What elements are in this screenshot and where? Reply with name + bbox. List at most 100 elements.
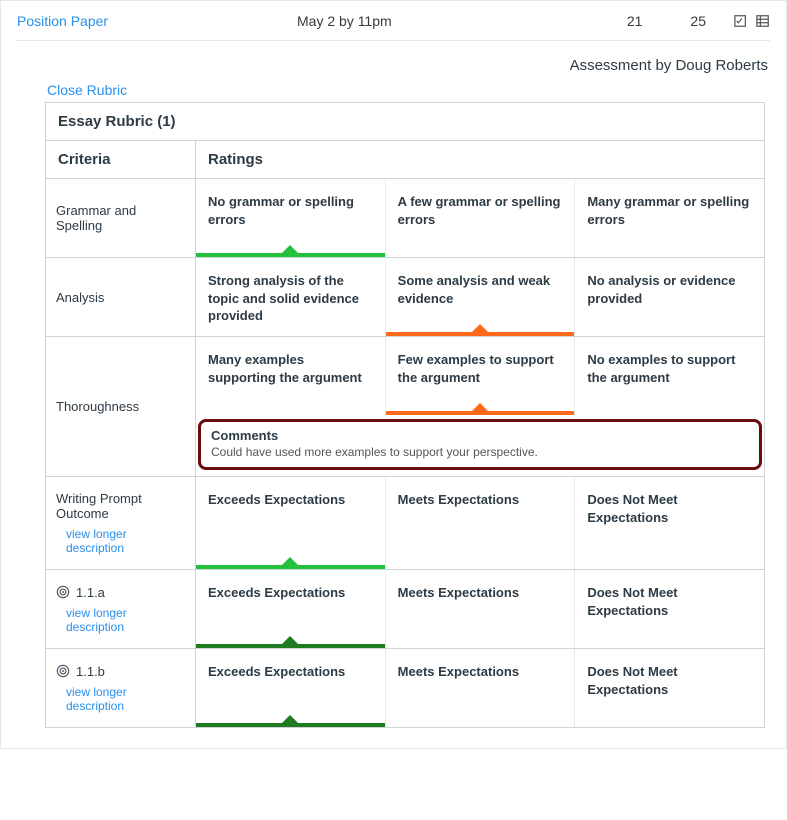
rating-label: No grammar or spelling errors — [208, 193, 373, 228]
rating-cells: Many examples supporting the argument Few… — [196, 337, 764, 415]
criteria-cell: Grammar and Spelling — [46, 179, 196, 257]
rating-label: No analysis or evidence provided — [587, 272, 752, 307]
selection-pointer-icon — [472, 324, 488, 332]
rubric-table: Essay Rubric (1) Criteria Ratings Gramma… — [45, 102, 765, 728]
rating-label: Meets Expectations — [398, 584, 563, 602]
target-icon — [56, 664, 70, 678]
rating-label: Meets Expectations — [398, 663, 563, 681]
selection-pointer-icon — [472, 403, 488, 411]
rating-label: A few grammar or spelling errors — [398, 193, 563, 228]
criteria-label: Writing Prompt Outcome — [56, 491, 185, 521]
rubric-row: Grammar and Spelling No grammar or spelli… — [46, 179, 764, 258]
ratings-wrap: No grammar or spelling errors A few gramm… — [196, 179, 764, 257]
rating-cell[interactable]: Many examples supporting the argument — [196, 337, 386, 415]
topbar-icons — [734, 14, 770, 28]
checklist-icon[interactable] — [734, 14, 748, 28]
close-rubric-link[interactable]: Close Rubric — [47, 82, 127, 98]
criteria-label: Grammar and Spelling — [56, 203, 185, 233]
view-longer-description-link[interactable]: view longer description — [66, 685, 185, 713]
selection-bar — [196, 723, 385, 727]
selection-bar — [196, 253, 385, 257]
criteria-label: Analysis — [56, 290, 104, 305]
comments-box: Comments Could have used more examples to… — [198, 419, 762, 470]
rating-cell[interactable]: Meets Expectations — [386, 570, 576, 648]
rating-label: Exceeds Expectations — [208, 663, 373, 681]
rating-cell[interactable]: Exceeds Expectations — [196, 570, 386, 648]
rating-cells: Exceeds Expectations Meets Expectations Do… — [196, 649, 764, 727]
view-longer-description-link[interactable]: view longer description — [66, 606, 185, 634]
comments-title: Comments — [211, 428, 749, 443]
selection-bar — [196, 644, 385, 648]
score: 21 — [627, 13, 643, 29]
criteria-label: Thoroughness — [56, 399, 139, 414]
rating-cells: Exceeds Expectations Meets Expectations Do… — [196, 570, 764, 648]
rating-label: Many examples supporting the argument — [208, 351, 373, 386]
rating-cell[interactable]: Does Not Meet Expectations — [575, 477, 764, 569]
rating-cell[interactable]: Many grammar or spelling errors — [575, 179, 764, 257]
criteria-label: 1.1.b — [76, 664, 105, 679]
page: Position Paper May 2 by 11pm 21 25 Asses… — [0, 0, 787, 749]
selection-bar — [386, 411, 575, 415]
rating-label: Exceeds Expectations — [208, 491, 373, 509]
header-ratings: Ratings — [196, 141, 764, 178]
rating-label: Does Not Meet Expectations — [587, 491, 752, 526]
rubric-row: 1.1.a view longer description Exceeds Expe… — [46, 570, 764, 649]
rubric-header: Criteria Ratings — [46, 141, 764, 179]
selection-pointer-icon — [282, 245, 298, 253]
rating-cell[interactable]: Strong analysis of the topic and solid e… — [196, 258, 386, 336]
rating-cell[interactable]: Does Not Meet Expectations — [575, 570, 764, 648]
rubric-row: Analysis Strong analysis of the topic and… — [46, 258, 764, 337]
rubric-title: Essay Rubric (1) — [46, 103, 764, 141]
rating-label: Few examples to support the argument — [398, 351, 563, 386]
target-icon — [56, 585, 70, 599]
topbar: Position Paper May 2 by 11pm 21 25 — [17, 11, 770, 41]
criteria-cell: 1.1.b view longer description — [46, 649, 196, 727]
criteria-label: 1.1.a — [76, 585, 105, 600]
assignment-link[interactable]: Position Paper — [17, 13, 297, 29]
rating-cell[interactable]: A few grammar or spelling errors — [386, 179, 576, 257]
rating-cell[interactable]: No examples to support the argument — [575, 337, 764, 415]
rubric-icon[interactable] — [756, 14, 770, 28]
rating-cell[interactable]: Exceeds Expectations — [196, 649, 386, 727]
rating-cells: Strong analysis of the topic and solid e… — [196, 258, 764, 336]
rating-cell[interactable]: Meets Expectations — [386, 477, 576, 569]
score-area: 21 25 — [627, 13, 706, 29]
rating-cell[interactable]: Does Not Meet Expectations — [575, 649, 764, 727]
rating-label: Many grammar or spelling errors — [587, 193, 752, 228]
rating-cell[interactable]: Exceeds Expectations — [196, 477, 386, 569]
rating-cell[interactable]: Few examples to support the argument — [386, 337, 576, 415]
rating-label: Meets Expectations — [398, 491, 563, 509]
rating-label: No examples to support the argument — [587, 351, 752, 386]
rating-label: Strong analysis of the topic and solid e… — [208, 272, 373, 325]
header-criteria: Criteria — [46, 141, 196, 178]
ratings-wrap: Exceeds Expectations Meets Expectations Do… — [196, 570, 764, 648]
ratings-wrap: Many examples supporting the argument Few… — [196, 337, 764, 476]
selection-pointer-icon — [282, 636, 298, 644]
rating-cell[interactable]: No analysis or evidence provided — [575, 258, 764, 336]
rating-cells: No grammar or spelling errors A few gramm… — [196, 179, 764, 257]
comments-text: Could have used more examples to support… — [211, 445, 749, 459]
rubric-row: Thoroughness Many examples supporting the… — [46, 337, 764, 477]
score-outof: 25 — [690, 13, 706, 29]
view-longer-description-link[interactable]: view longer description — [66, 527, 185, 555]
criteria-cell: Thoroughness — [46, 337, 196, 476]
selection-pointer-icon — [282, 715, 298, 723]
selection-bar — [196, 565, 385, 569]
ratings-wrap: Exceeds Expectations Meets Expectations Do… — [196, 649, 764, 727]
selection-bar — [386, 332, 575, 336]
rubric-row: 1.1.b view longer description Exceeds Expe… — [46, 649, 764, 727]
selection-pointer-icon — [282, 557, 298, 565]
rating-cells: Exceeds Expectations Meets Expectations Do… — [196, 477, 764, 569]
rating-cell[interactable]: Some analysis and weak evidence — [386, 258, 576, 336]
criteria-cell: Analysis — [46, 258, 196, 336]
criteria-cell: Writing Prompt Outcome view longer descri… — [46, 477, 196, 569]
ratings-wrap: Strong analysis of the topic and solid e… — [196, 258, 764, 336]
rating-label: Does Not Meet Expectations — [587, 663, 752, 698]
rating-cell[interactable]: No grammar or spelling errors — [196, 179, 386, 257]
rubric-row: Writing Prompt Outcome view longer descri… — [46, 477, 764, 570]
rating-cell[interactable]: Meets Expectations — [386, 649, 576, 727]
ratings-wrap: Exceeds Expectations Meets Expectations Do… — [196, 477, 764, 569]
criteria-cell: 1.1.a view longer description — [46, 570, 196, 648]
rating-label: Does Not Meet Expectations — [587, 584, 752, 619]
rating-label: Exceeds Expectations — [208, 584, 373, 602]
